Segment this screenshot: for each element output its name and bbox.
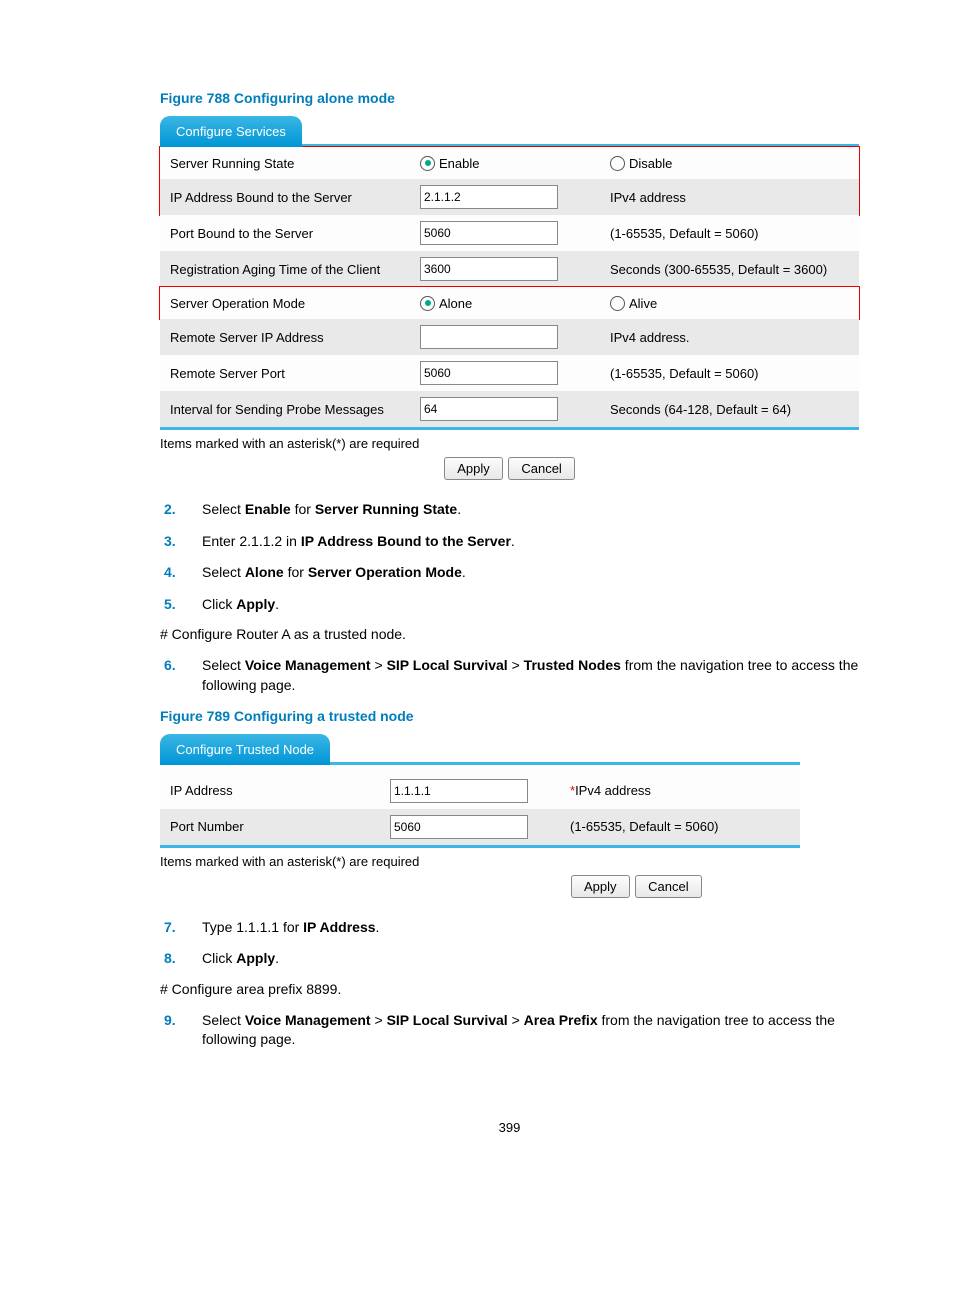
hint-remote-port: (1-65535, Default = 5060): [610, 366, 849, 381]
input-ip-address[interactable]: [390, 779, 528, 803]
figure-title: Figure 789 Configuring a trusted node: [160, 708, 859, 724]
input-ip-bound[interactable]: [420, 185, 558, 209]
configure-trusted-node-table: IP Address *IPv4 address Port Number (1-…: [160, 762, 800, 848]
hint-ip-address: *IPv4 address: [570, 783, 790, 798]
input-port-number[interactable]: [390, 815, 528, 839]
input-port-bound[interactable]: [420, 221, 558, 245]
radio-label-alone: Alone: [439, 296, 472, 311]
hint-port-bound: (1-65535, Default = 5060): [610, 226, 849, 241]
label-ip-address: IP Address: [170, 783, 390, 798]
hint-reg-aging: Seconds (300-65535, Default = 3600): [610, 262, 849, 277]
label-server-running-state: Server Running State: [170, 156, 420, 171]
cancel-button[interactable]: Cancel: [508, 457, 574, 480]
step-4: 4. Select Alone for Server Operation Mod…: [192, 563, 859, 583]
tab-configure-services[interactable]: Configure Services: [160, 116, 302, 147]
page-number: 399: [160, 1120, 859, 1135]
label-remote-port: Remote Server Port: [170, 366, 420, 381]
config-note: # Configure area prefix 8899.: [160, 981, 859, 997]
tab-configure-trusted-node[interactable]: Configure Trusted Node: [160, 734, 330, 765]
input-remote-ip[interactable]: [420, 325, 558, 349]
footnote: Items marked with an asterisk(*) are req…: [160, 436, 859, 451]
cancel-button[interactable]: Cancel: [635, 875, 701, 898]
radio-icon: [420, 156, 435, 171]
hint-ipv4: IPv4 address: [610, 190, 770, 205]
footnote: Items marked with an asterisk(*) are req…: [160, 854, 859, 869]
input-interval[interactable]: [420, 397, 558, 421]
config-note: # Configure Router A as a trusted node.: [160, 626, 859, 642]
radio-label-disable: Disable: [629, 156, 672, 171]
input-remote-port[interactable]: [420, 361, 558, 385]
step-9: 9. Select Voice Management > SIP Local S…: [192, 1011, 859, 1050]
radio-alone[interactable]: Alone: [420, 296, 610, 311]
radio-disable[interactable]: Disable: [610, 156, 770, 171]
step-5: 5. Click Apply.: [192, 595, 859, 615]
radio-icon: [610, 296, 625, 311]
apply-button[interactable]: Apply: [444, 457, 503, 480]
label-ip-bound: IP Address Bound to the Server: [170, 190, 420, 205]
label-port-bound: Port Bound to the Server: [170, 226, 420, 241]
apply-button[interactable]: Apply: [571, 875, 630, 898]
label-reg-aging: Registration Aging Time of the Client: [170, 262, 420, 277]
radio-icon: [610, 156, 625, 171]
radio-enable[interactable]: Enable: [420, 156, 610, 171]
label-interval: Interval for Sending Probe Messages: [170, 402, 420, 417]
hint-interval: Seconds (64-128, Default = 64): [610, 402, 849, 417]
step-3: 3. Enter 2.1.1.2 in IP Address Bound to …: [192, 532, 859, 552]
radio-alive[interactable]: Alive: [610, 296, 770, 311]
radio-icon: [420, 296, 435, 311]
radio-label-alive: Alive: [629, 296, 657, 311]
radio-label-enable: Enable: [439, 156, 479, 171]
configure-services-table: Server Running State Enable Disable IP A…: [160, 144, 859, 430]
label-server-op: Server Operation Mode: [170, 296, 420, 311]
step-6: 6. Select Voice Management > SIP Local S…: [192, 656, 859, 695]
step-7: 7. Type 1.1.1.1 for IP Address.: [192, 918, 859, 938]
hint-port-number: (1-65535, Default = 5060): [570, 819, 790, 834]
hint-remote-ip: IPv4 address.: [610, 330, 849, 345]
label-port-number: Port Number: [170, 819, 390, 834]
step-8: 8. Click Apply.: [192, 949, 859, 969]
step-2: 2. Select Enable for Server Running Stat…: [192, 500, 859, 520]
label-remote-ip: Remote Server IP Address: [170, 330, 420, 345]
input-reg-aging[interactable]: [420, 257, 558, 281]
figure-title: Figure 788 Configuring alone mode: [160, 90, 859, 106]
